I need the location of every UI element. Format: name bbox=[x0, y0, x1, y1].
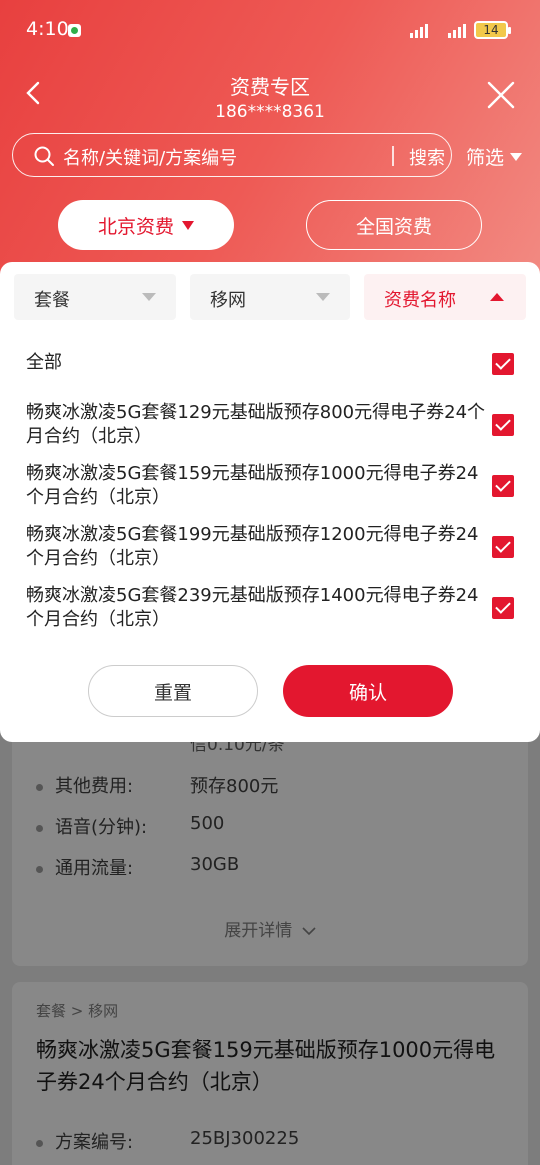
close-icon[interactable] bbox=[484, 78, 518, 112]
status-bar: 4:10 14 bbox=[0, 0, 540, 62]
dropdown-network-type[interactable]: 移网 bbox=[190, 274, 350, 320]
confirm-button[interactable]: 确认 bbox=[283, 665, 453, 717]
dropdown-label: 资费名称 bbox=[384, 290, 456, 311]
search-divider bbox=[392, 146, 394, 166]
nav-bar: 资费专区 186****8361 bbox=[0, 62, 540, 128]
tab-label: 北京资费 bbox=[97, 215, 174, 238]
caret-up-icon bbox=[490, 293, 504, 301]
filter-button[interactable]: 筛选 bbox=[466, 143, 523, 170]
detail-label: 方案编号: bbox=[55, 1132, 134, 1153]
caret-down-icon bbox=[182, 220, 194, 230]
option-plan-159[interactable]: 畅爽冰激凌5G套餐159元基础版预存1000元得电子券24个月合约（北京） bbox=[26, 462, 496, 510]
detail-value: 500 bbox=[190, 813, 225, 834]
chevron-down-icon bbox=[302, 927, 316, 936]
dropdown-package-type[interactable]: 套餐 bbox=[14, 274, 176, 320]
caret-down-icon bbox=[316, 293, 330, 301]
checkbox-plan-159[interactable] bbox=[492, 475, 514, 497]
detail-value: 25BJ300225 bbox=[190, 1128, 300, 1149]
detail-value: 预存800元 bbox=[190, 776, 279, 797]
detail-row: 通用流量: 30GB bbox=[36, 854, 239, 880]
tab-national-tariff[interactable]: 全国资费 bbox=[306, 200, 482, 250]
filter-panel: 套餐 移网 资费名称 全部 畅爽冰激凌5G套餐129元基础版预存800元得电子券… bbox=[0, 262, 540, 742]
caret-down-icon bbox=[142, 293, 156, 301]
search-button[interactable]: 搜索 bbox=[409, 144, 445, 170]
plan-title: 畅爽冰激凌5G套餐159元基础版预存1000元得电子券24个月合约（北京） bbox=[36, 1038, 496, 1094]
checkbox-plan-129[interactable] bbox=[492, 414, 514, 436]
signal-icon bbox=[448, 22, 466, 38]
detail-label: 通用流量: bbox=[55, 858, 134, 879]
option-plan-129[interactable]: 畅爽冰激凌5G套餐129元基础版预存800元得电子券24个月合约（北京） bbox=[26, 401, 496, 449]
checkbox-all[interactable] bbox=[492, 353, 514, 375]
detail-label: 语音(分钟): bbox=[55, 817, 148, 838]
search-bar[interactable]: 名称/关键词/方案编号 搜索 bbox=[12, 133, 452, 177]
search-input[interactable]: 名称/关键词/方案编号 bbox=[63, 144, 237, 170]
option-plan-199[interactable]: 畅爽冰激凌5G套餐199元基础版预存1200元得电子券24个月合约（北京） bbox=[26, 523, 496, 571]
search-icon bbox=[34, 146, 54, 166]
page-title: 资费专区 bbox=[230, 75, 310, 99]
bullet-icon bbox=[36, 1139, 43, 1147]
option-all[interactable]: 全部 bbox=[26, 351, 496, 375]
back-icon[interactable] bbox=[18, 76, 52, 110]
bullet-icon bbox=[36, 865, 43, 873]
checkbox-plan-239[interactable] bbox=[492, 597, 514, 619]
bullet-icon bbox=[36, 783, 43, 791]
detail-row: 方案编号: 25BJ300225 bbox=[36, 1128, 299, 1154]
signal-icon bbox=[410, 22, 428, 38]
detail-label: 其他费用: bbox=[55, 776, 134, 797]
breadcrumb: 套餐 > 移网 bbox=[36, 1002, 119, 1020]
notification-icon bbox=[68, 24, 81, 37]
checkbox-plan-199[interactable] bbox=[492, 536, 514, 558]
option-plan-239[interactable]: 畅爽冰激凌5G套餐239元基础版预存1400元得电子券24个月合约（北京） bbox=[26, 584, 496, 632]
bullet-icon bbox=[36, 824, 43, 832]
plan-card: 信0.10元/条 其他费用: 预存800元 语音(分钟): 500 通用流量: … bbox=[12, 730, 528, 966]
plan-card[interactable]: 套餐 > 移网 畅爽冰激凌5G套餐159元基础版预存1000元得电子券24个月合… bbox=[12, 982, 528, 1165]
caret-down-icon bbox=[510, 152, 523, 161]
filter-label: 筛选 bbox=[466, 147, 505, 169]
dropdown-tariff-name[interactable]: 资费名称 bbox=[364, 274, 526, 320]
detail-row: 语音(分钟): 500 bbox=[36, 813, 224, 839]
detail-value: 30GB bbox=[190, 854, 240, 875]
status-time: 4:10 bbox=[26, 18, 69, 40]
tab-label: 全国资费 bbox=[355, 215, 432, 238]
header: 4:10 14 资费专区 186****8361 名称/关键词/方案编号 搜索 … bbox=[0, 0, 540, 280]
dropdown-label: 套餐 bbox=[34, 290, 70, 311]
phone-number: 186****8361 bbox=[215, 102, 325, 122]
detail-row: 其他费用: 预存800元 bbox=[36, 772, 278, 798]
expand-label: 展开详情 bbox=[224, 921, 293, 941]
dropdown-label: 移网 bbox=[210, 290, 246, 311]
expand-details-link[interactable]: 展开详情 bbox=[12, 916, 528, 941]
tab-beijing-tariff[interactable]: 北京资费 bbox=[58, 200, 234, 250]
battery-icon: 14 bbox=[474, 21, 511, 39]
reset-button[interactable]: 重置 bbox=[88, 665, 258, 717]
